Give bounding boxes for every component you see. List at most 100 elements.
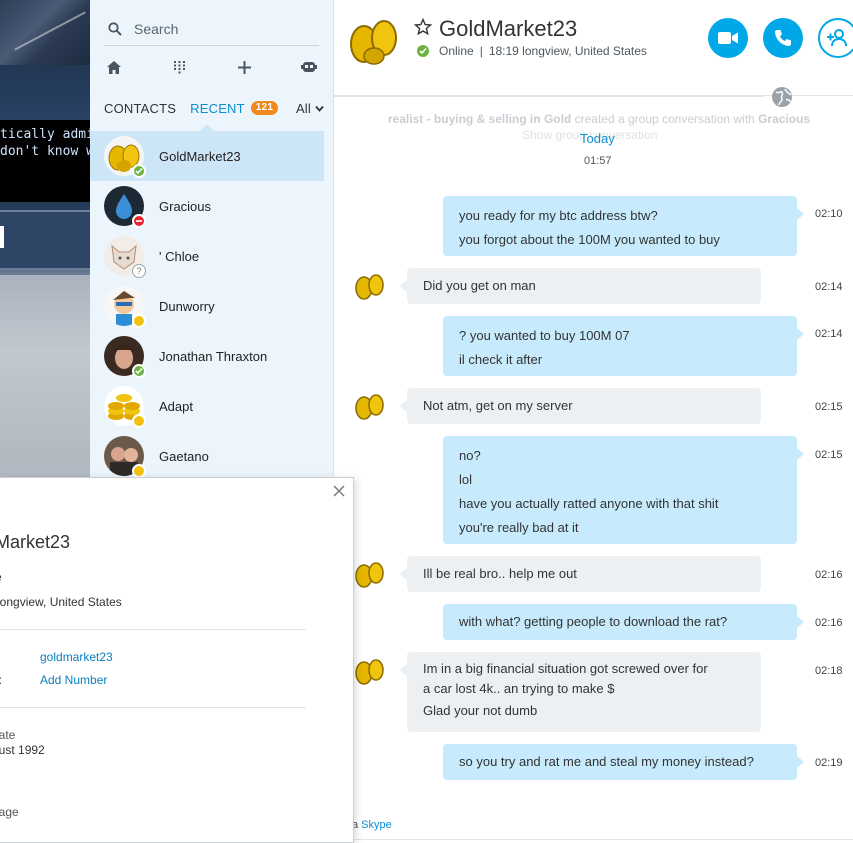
message-outgoing[interactable]: you ready for my btc address btw? you fo… [443,196,804,256]
bot-icon [301,62,317,72]
add-person-icon [827,29,847,47]
status-online-icon [132,164,146,178]
add-button[interactable] [234,57,254,77]
presence-separator: | [479,44,483,58]
message-text: lol [459,472,473,487]
contact-item-adapt[interactable]: Adapt [90,381,334,431]
contact-item-dunworry[interactable]: Dunworry [90,281,334,331]
message-time: 02:15 [815,401,843,413]
message-text: with what? getting people to download th… [459,614,728,629]
message-text: il check it after [459,352,543,367]
contact-name: Dunworry [159,298,215,314]
status-away-icon [132,414,146,428]
message-text: you're really bad at it [459,520,579,535]
skype-name-value[interactable]: goldmarket23 [40,650,113,664]
background-video-text: tically admitti don't know w [0,126,90,160]
gold-coins-avatar-icon[interactable] [352,270,388,302]
background-band [0,210,90,270]
gold-coins-avatar-icon[interactable] [344,14,406,68]
avatar [104,136,146,178]
system-note-bold2: Gracious [758,112,811,126]
message-text: Im in a big financial situation got scre… [423,661,708,676]
day-time: 01:57 [584,155,612,167]
message-incoming[interactable]: Im in a big financial situation got scre… [400,652,761,732]
search-input[interactable] [134,20,304,37]
contact-list: GoldMarket23 Gracious ? ' Chloe Dunworry… [90,131,334,481]
globe-icon[interactable] [771,86,793,108]
status-unknown-icon: ? [132,264,146,278]
bot-button[interactable] [299,57,319,77]
message-outgoing[interactable]: ? you wanted to buy 100M 07 il check it … [443,316,804,376]
contact-item-chloe[interactable]: ? ' Chloe [90,231,334,281]
contact-item-gracious[interactable]: Gracious [90,181,334,231]
status-online-icon [132,364,146,378]
home-button[interactable] [104,57,124,77]
birthday-value: gust 1992 [0,743,45,757]
message-outgoing[interactable]: so you try and rat me and steal my money… [443,744,804,780]
profile-location: longview, United States [0,595,122,609]
video-call-button[interactable] [708,18,748,58]
avatar [104,436,146,478]
avatar [104,386,146,428]
tab-contacts[interactable]: CONTACTS [104,101,176,116]
favorite-star-icon[interactable] [414,18,432,36]
online-status-icon [417,45,429,57]
contact-name: Gaetano [159,448,209,464]
message-incoming[interactable]: Ill be real bro.. help me out [400,556,761,592]
video-camera-icon [718,32,738,44]
background-video-line: don't know w [0,144,90,159]
presence-info: Online | 18:19 longview, United States [417,44,647,58]
sidebar-toolbar [104,56,319,78]
message-text: you forgot about the 100M you wanted to … [459,232,720,247]
close-icon[interactable] [332,484,346,498]
contact-item-goldmarket23[interactable]: GoldMarket23 [90,131,324,181]
message-incoming[interactable]: Did you get on man [400,268,761,304]
message-time: 02:19 [815,757,843,769]
message-text: Ill be real bro.. help me out [423,566,577,581]
filter-label: All [295,100,311,116]
contact-item-gaetano[interactable]: Gaetano [90,431,334,481]
system-note-bold: Gold [543,112,572,126]
message-outgoing[interactable]: with what? getting people to download th… [443,604,804,640]
contact-tabs: CONTACTS RECENT 121 All [104,98,324,118]
gold-coins-avatar-icon[interactable] [352,558,388,590]
profile-card: dMarket23 e longview, United States : go… [0,477,354,843]
tab-recent[interactable]: RECENT [190,101,245,116]
dialpad-button[interactable] [169,57,189,77]
message-time: 02:18 [815,665,843,677]
day-label: Today [580,131,615,146]
system-note-suffix: created a group conversation with [574,112,755,126]
conversation-title[interactable]: GoldMarket23 [439,16,577,42]
message-time: 02:15 [815,449,843,461]
contact-name: Adapt [159,398,193,414]
search-box[interactable] [104,12,319,46]
message-text: Glad your not dumb [423,703,538,718]
status-away-icon [132,464,146,478]
message-outgoing[interactable]: no? lol have you actually ratted anyone … [443,436,804,544]
message-text: have you actually ratted anyone with tha… [459,496,719,511]
voice-call-button[interactable] [763,18,803,58]
gold-coins-avatar-icon[interactable] [352,390,388,422]
via-skype-link[interactable]: Skype [361,819,392,831]
contact-name: ' Chloe [159,248,200,264]
message-text: Not atm, get on my server [423,398,573,413]
message-incoming[interactable]: Not atm, get on my server [400,388,761,424]
background-tab [0,226,4,248]
filter-dropdown[interactable]: All [296,101,324,116]
status-dnd-icon [132,214,146,228]
home-icon [107,60,121,74]
contact-name: GoldMarket23 [159,148,241,164]
status-away-icon [132,314,146,328]
recent-count-badge: 121 [250,101,279,115]
add-people-button[interactable] [818,18,853,58]
gold-coins-avatar-icon[interactable] [352,655,388,687]
presence-status: Online [439,44,474,58]
message-time: 02:10 [815,208,843,220]
system-note: realist - buying & selling in Gold creat… [359,110,839,128]
system-note-prefix: realist - buying & selling in [387,112,541,126]
background-video-line: tically admitti [0,127,90,142]
contact-item-jonathan-thraxton[interactable]: Jonathan Thraxton [90,331,334,381]
add-number-link[interactable]: Add Number [40,673,107,687]
language-label: uage [0,805,19,819]
message-text: so you try and rat me and steal my money… [459,754,754,769]
